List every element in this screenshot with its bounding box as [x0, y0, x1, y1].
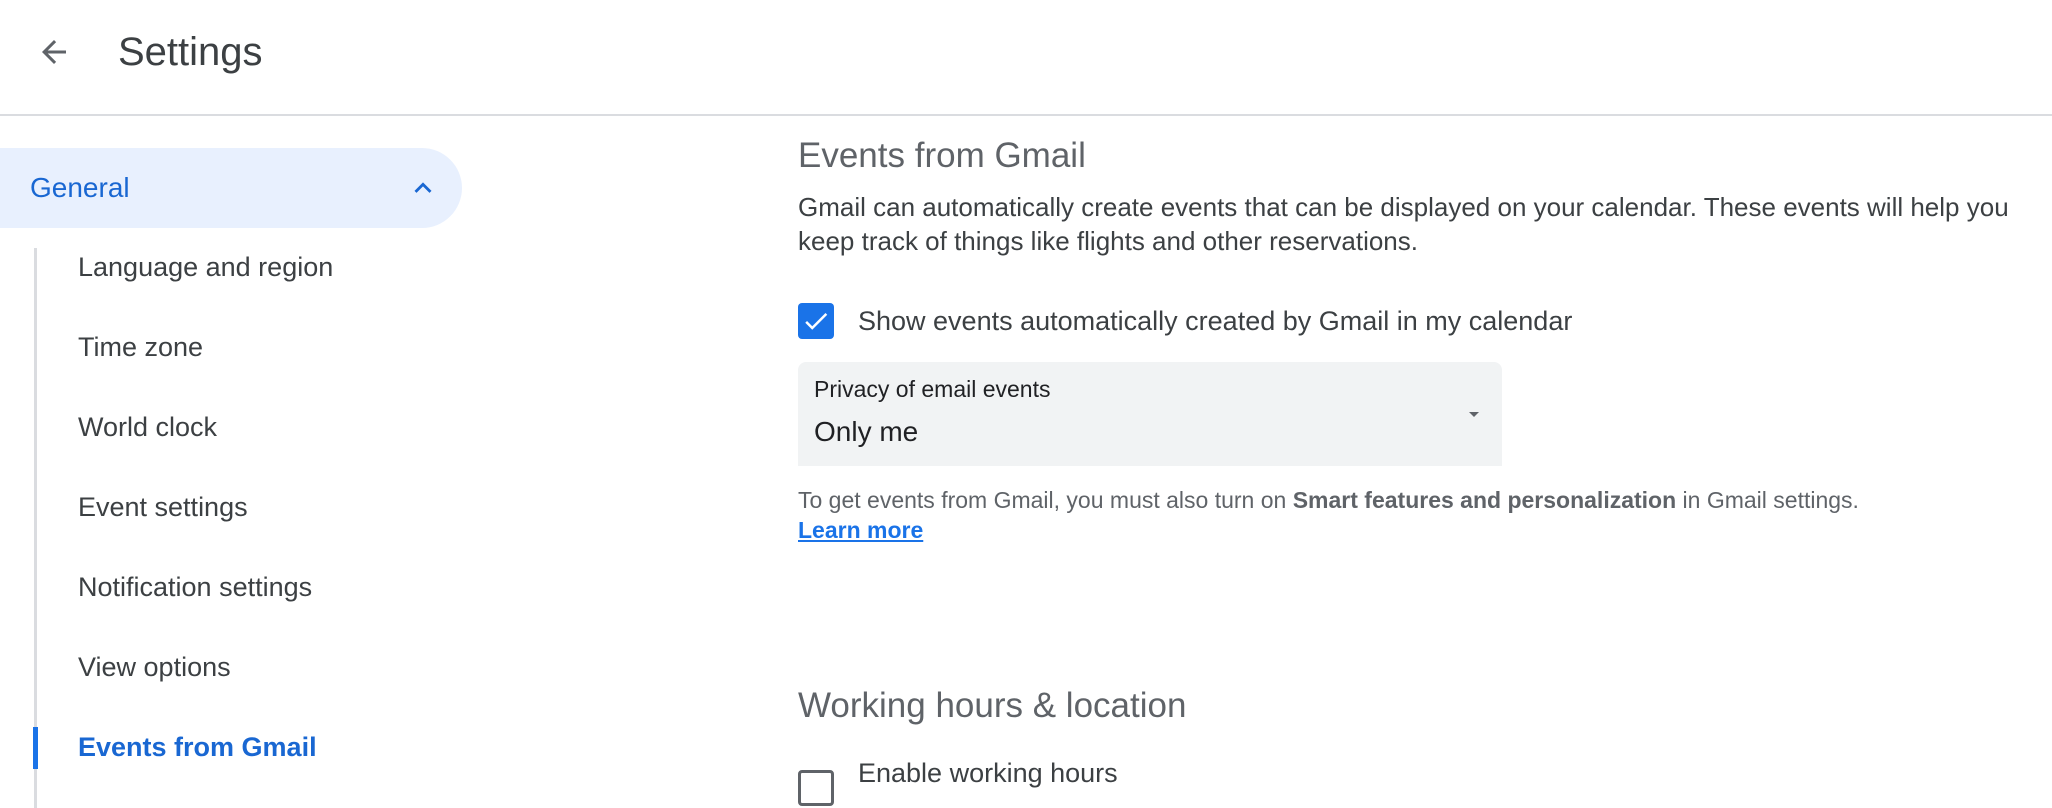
sidebar-item-language-and-region[interactable]: Language and region	[78, 237, 333, 297]
privacy-email-events-select[interactable]: Privacy of email events Only me	[798, 362, 1502, 466]
settings-sidebar: General Language and region Time zone Wo…	[0, 148, 470, 808]
enable-working-hours-checkbox[interactable]	[798, 770, 834, 806]
enable-working-hours-checkbox-row[interactable]: Enable working hours	[798, 758, 1118, 806]
dropdown-arrow-icon	[1469, 412, 1479, 417]
show-gmail-events-checkbox-row[interactable]: Show events automatically created by Gma…	[798, 303, 1572, 339]
settings-content: Events from Gmail Gmail can automaticall…	[798, 132, 2028, 806]
help-text-prefix: To get events from Gmail, you must also …	[798, 487, 1293, 513]
help-text-bold: Smart features and personalization	[1292, 487, 1677, 513]
enable-working-hours-label: Enable working hours	[858, 758, 1118, 788]
show-gmail-events-checkbox[interactable]	[798, 303, 834, 339]
sidebar-item-event-settings[interactable]: Event settings	[78, 477, 248, 537]
sidebar-active-indicator	[33, 727, 38, 769]
sidebar-group-general[interactable]: General	[0, 148, 462, 228]
gmail-help-text: To get events from Gmail, you must also …	[798, 485, 2038, 545]
sidebar-item-view-options[interactable]: View options	[78, 637, 231, 697]
show-gmail-events-label: Show events automatically created by Gma…	[858, 305, 1573, 336]
help-text-suffix: in Gmail settings.	[1676, 487, 1859, 513]
privacy-select-label: Privacy of email events	[814, 376, 1051, 402]
arrow-back-icon	[42, 40, 66, 64]
privacy-select-value: Only me	[814, 416, 919, 447]
page-title: Settings	[118, 30, 263, 74]
chevron-up-icon	[414, 182, 432, 193]
section-description: Gmail can automatically create events th…	[798, 192, 2009, 256]
sidebar-item-world-clock[interactable]: World clock	[78, 397, 217, 457]
top-bar: Settings	[0, 0, 2052, 116]
section-title-events-from-gmail: Events from Gmail	[798, 136, 1086, 175]
sidebar-nav-line	[34, 248, 37, 808]
sidebar-item-notification-settings[interactable]: Notification settings	[78, 557, 312, 617]
back-button[interactable]	[24, 22, 84, 82]
checkmark-icon	[805, 312, 828, 330]
sidebar-group-label: General	[30, 172, 130, 203]
sidebar-item-time-zone[interactable]: Time zone	[78, 317, 203, 377]
sidebar-item-events-from-gmail[interactable]: Events from Gmail	[78, 717, 317, 777]
learn-more-link[interactable]: Learn more	[798, 517, 923, 543]
section-title-working-hours: Working hours & location	[798, 686, 1187, 725]
